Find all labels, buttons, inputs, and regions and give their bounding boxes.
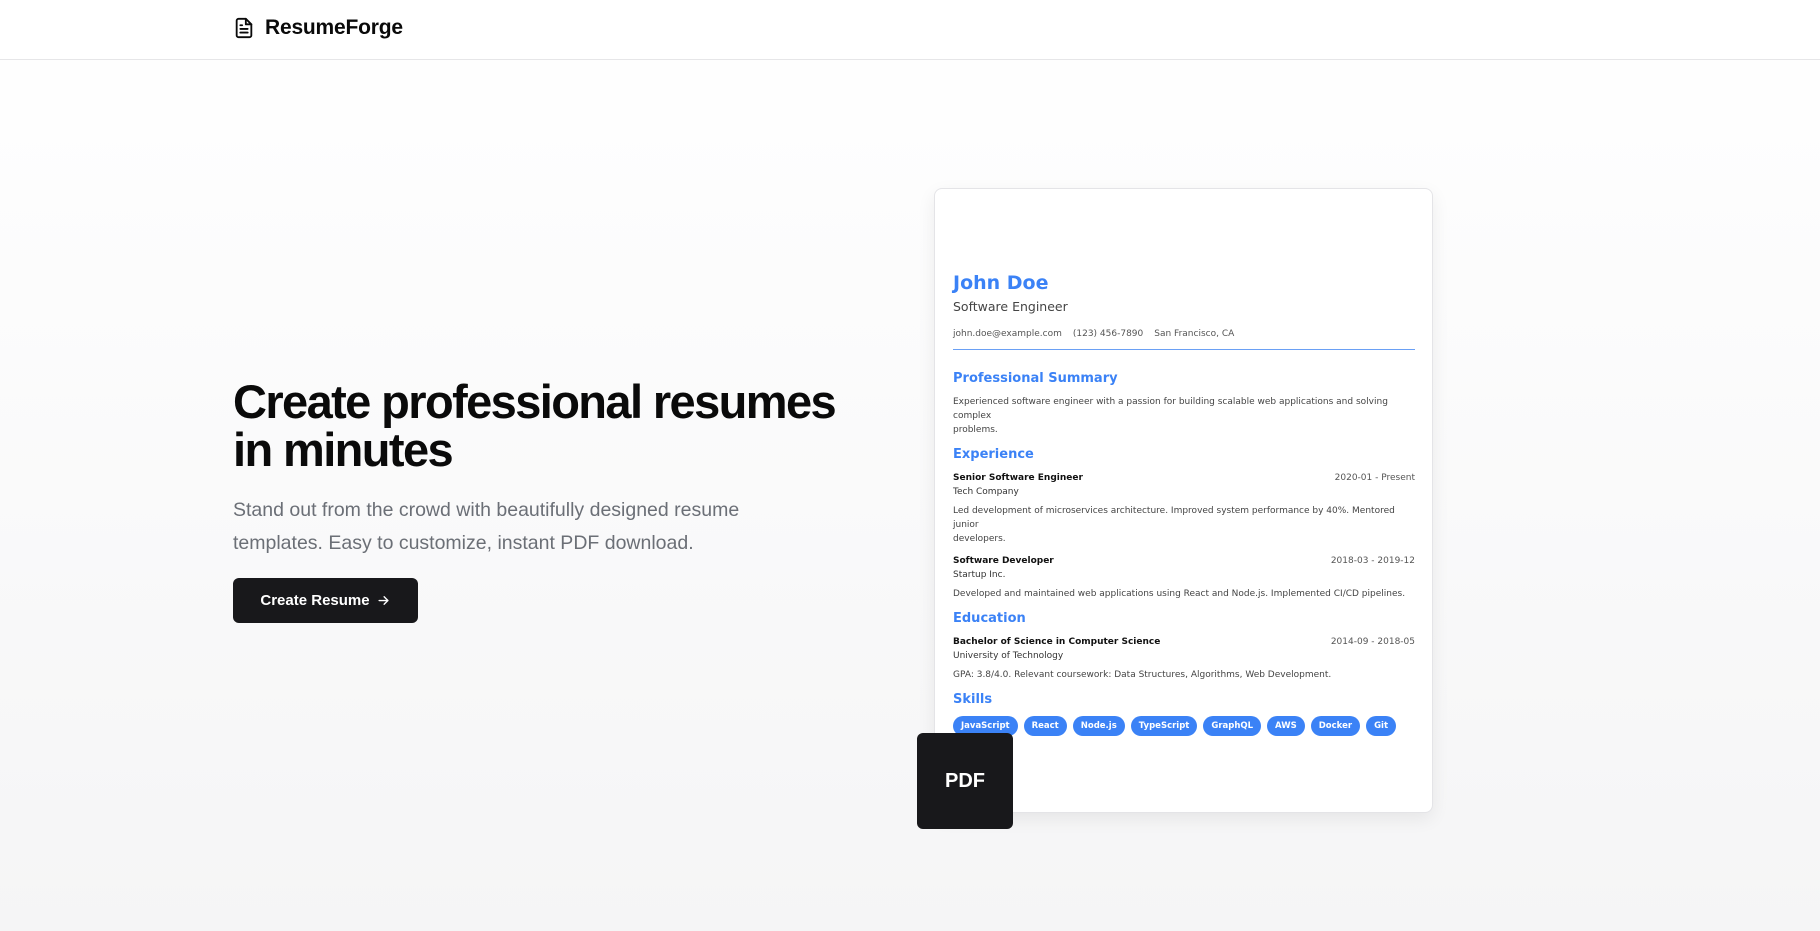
hero-title: Create professional resumes in minutes [233,378,873,474]
summary-line-2: problems. [953,425,998,435]
resume-role: Software Engineer [953,299,1068,314]
skill-chip: Docker [1310,716,1361,736]
experience-title: Senior Software Engineer [953,473,1083,483]
education-item: Bachelor of Science in Computer Science … [953,635,1415,682]
pdf-badge: PDF [917,733,1013,829]
pdf-badge-label: PDF [945,769,985,792]
experience-company: Tech Company [953,487,1019,497]
hero-title-line-2: in minutes [233,423,454,476]
experience-title: Software Developer [953,556,1054,566]
hero-section: Create professional resumes in minutes S… [233,378,873,623]
brand-name: ResumeForge [265,16,403,39]
education-dates: 2014-09 - 2018-05 [1330,637,1415,647]
resume-email: john.doe@example.com [953,329,1062,339]
document-icon [235,17,253,39]
skill-chip: Git [1366,716,1397,736]
skills-heading: Skills [953,692,993,707]
resume-preview-card: John Doe Software Engineer john.doe@exam… [934,188,1433,813]
brand-logo[interactable]: ResumeForge [233,14,403,42]
summary-text: Experienced software engineer with a pas… [953,395,1415,437]
resume-contact: john.doe@example.com (123) 456-7890 San … [953,327,1415,341]
summary-heading: Professional Summary [953,371,1118,386]
hero-title-line-1: Create professional resumes [233,375,837,428]
experience-company: Startup Inc. [953,570,1006,580]
arrow-right-icon [378,596,389,605]
experience-dates: 2018-03 - 2019-12 [1330,556,1415,566]
skill-chip: React [1023,716,1067,736]
hero-subtitle-line-2: templates. Easy to customize, instant PD… [233,532,694,554]
experience-dates: 2020-01 - Present [1334,473,1415,483]
experience-heading: Experience [953,447,1034,462]
resume-content: John Doe Software Engineer john.doe@exam… [953,271,1415,736]
summary-line-1: Experienced software engineer with a pas… [953,397,1388,421]
resume-phone: (123) 456-7890 [1072,329,1144,339]
skill-chip: AWS [1267,716,1305,736]
education-heading: Education [953,611,1026,626]
education-details: GPA: 3.8/4.0. Relevant coursework: Data … [953,670,1332,680]
experience-description: Led development of microservices archite… [953,504,1415,546]
resume-divider [953,349,1415,350]
skill-chip: TypeScript [1130,716,1198,736]
top-navbar: ResumeForge [0,0,1820,60]
hero-subtitle-line-1: Stand out from the crowd with beautifull… [233,499,740,521]
experience-desc-line-2: developers. [953,534,1006,544]
skills-list: JavaScript React Node.js TypeScript Grap… [953,716,1415,736]
hero-subtitle: Stand out from the crowd with beautifull… [233,494,873,560]
skill-chip: GraphQL [1203,716,1262,736]
resume-name: John Doe [953,272,1049,294]
education-school: University of Technology [953,651,1064,661]
create-resume-label: Create Resume [260,592,370,609]
experience-description: Developed and maintained web application… [953,589,1406,599]
skill-chip: Node.js [1072,716,1125,736]
resume-location: San Francisco, CA [1154,329,1235,339]
experience-desc-line-1: Led development of microservices archite… [953,506,1395,530]
create-resume-button[interactable]: Create Resume [233,578,418,623]
experience-item: Senior Software Engineer 2020-01 - Prese… [953,471,1415,546]
education-degree: Bachelor of Science in Computer Science [953,637,1161,647]
experience-item: Software Developer 2018-03 - 2019-12 Sta… [953,554,1415,601]
